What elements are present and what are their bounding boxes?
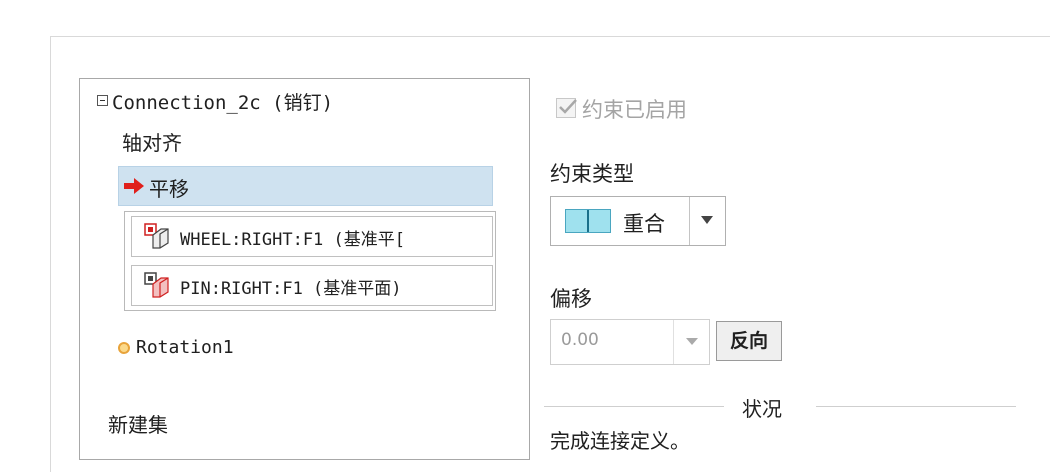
new-set-item[interactable]: 新建集 (108, 409, 168, 438)
dropdown-separator (689, 197, 690, 245)
coincident-icon (565, 209, 611, 233)
chevron-down-icon[interactable] (673, 320, 710, 364)
offset-value: 0.00 (561, 330, 599, 350)
arrow-right-icon (124, 178, 144, 194)
reference-item-wheel[interactable]: WHEEL:RIGHT:F1 (基准平[ (131, 216, 493, 257)
status-title: 状况 (738, 393, 786, 422)
check-icon (559, 99, 577, 114)
reverse-button[interactable]: 反向 (716, 321, 782, 361)
constraint-enabled-checkbox[interactable] (556, 98, 577, 118)
rotation-item[interactable]: Rotation1 (136, 337, 234, 358)
status-divider (816, 406, 1016, 407)
reference-text: PIN:RIGHT:F1 (基准平面) (180, 279, 402, 299)
offset-label: 偏移 (550, 287, 592, 311)
rotation-status-icon (118, 342, 130, 354)
datum-plane-icon (144, 272, 169, 298)
collapse-icon[interactable] (97, 95, 108, 106)
connection-item[interactable]: Connection_2c (销钉) (112, 88, 333, 115)
constraint-type-label: 约束类型 (550, 162, 634, 186)
reference-item-pin[interactable]: PIN:RIGHT:F1 (基准平面) (131, 265, 493, 306)
constraint-type-value: 重合 (623, 212, 665, 236)
offset-input[interactable]: 0.00 (550, 319, 710, 365)
constraint-enabled-label: 约束已启用 (582, 98, 687, 122)
reference-text: WHEEL:RIGHT:F1 (基准平[ (180, 230, 405, 250)
status-text: 完成连接定义。 (550, 429, 690, 453)
reference-list[interactable]: WHEEL:RIGHT:F1 (基准平[ PIN:RIGHT:F1 (基准平面) (124, 211, 496, 311)
chevron-down-icon[interactable] (701, 216, 713, 224)
translation-item[interactable]: 平移 (118, 166, 493, 206)
axis-align-item[interactable]: 轴对齐 (122, 127, 182, 156)
constraint-type-dropdown[interactable]: 重合 (550, 196, 726, 246)
connection-tree[interactable]: Connection_2c (销钉) 轴对齐 平移 WHEEL:RIGHT:F1… (79, 78, 530, 460)
datum-plane-icon (144, 223, 169, 249)
translation-label: 平移 (149, 177, 189, 201)
status-divider (544, 406, 724, 407)
